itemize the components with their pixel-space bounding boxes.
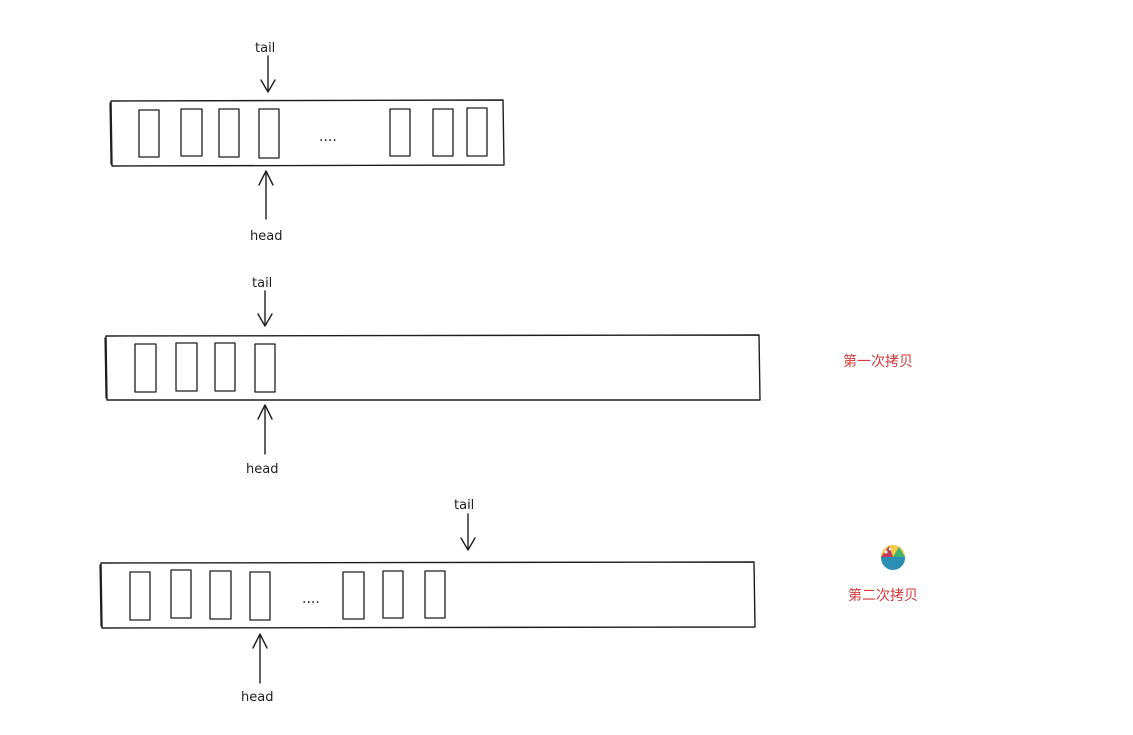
buffer-slot	[254, 343, 276, 393]
buffer-slot	[175, 342, 198, 392]
buffer-slot	[466, 107, 488, 157]
tail-arrow	[257, 290, 273, 327]
queue-row-2: tail head 第一次拷贝	[104, 276, 913, 477]
tail-arrow	[260, 55, 276, 93]
colorful-bowl-logo-icon	[881, 545, 905, 570]
head-arrow	[258, 170, 274, 220]
first-copy-note: 第一次拷贝	[843, 353, 913, 370]
buffer-slot	[180, 108, 203, 157]
head-label: head	[250, 229, 282, 244]
buffer-slot	[170, 569, 192, 619]
buffer-slot	[138, 109, 160, 158]
tail-label: tail	[252, 276, 272, 291]
queue-row-3: .... tail head 第二次拷贝	[99, 498, 918, 705]
buffer-slot	[214, 342, 236, 392]
buffer-slot	[218, 108, 240, 158]
second-copy-note: 第二次拷贝	[848, 587, 918, 604]
buffer-slot	[209, 570, 232, 620]
head-arrow	[252, 633, 268, 684]
head-arrow	[257, 404, 273, 455]
queue-diagram: .... tail head tail head 第一次拷贝 .... tail…	[99, 41, 918, 705]
queue-row-1: .... tail head	[109, 41, 505, 244]
head-label: head	[241, 690, 273, 705]
tail-arrow	[460, 513, 476, 551]
buffer-slot	[342, 571, 365, 620]
tail-label: tail	[454, 498, 474, 513]
buffer-slot	[129, 571, 151, 621]
buffer-slot	[424, 570, 446, 619]
buffer-slot	[258, 108, 280, 159]
head-label: head	[246, 462, 278, 477]
ellipsis: ....	[319, 129, 337, 145]
buffer-slot	[249, 571, 271, 621]
tail-label: tail	[255, 41, 275, 56]
buffer-slot	[382, 570, 404, 619]
ellipsis: ....	[302, 591, 320, 607]
buffer-slot	[432, 108, 454, 157]
buffer-slot	[134, 343, 157, 393]
buffer-outline	[105, 334, 761, 401]
buffer-slot	[389, 108, 411, 157]
